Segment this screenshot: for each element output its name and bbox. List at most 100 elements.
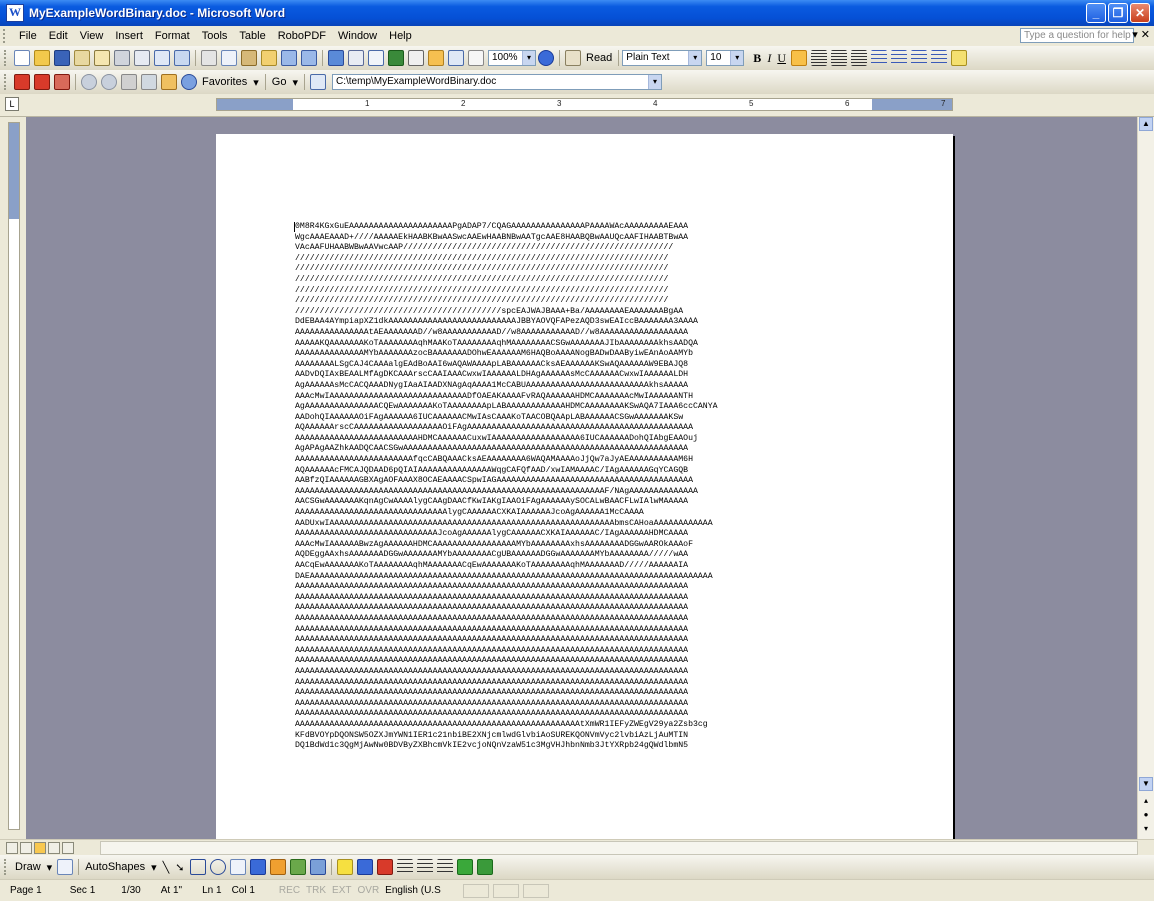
show-only-web-toolbar-icon[interactable] [310,74,326,90]
document-line[interactable]: AAAAAAAAAAAAAAAAAAAAAAAAAAAAAAAAAAAAAAAA… [295,720,873,731]
read-button[interactable]: Read [583,52,615,64]
scroll-down-button[interactable]: ▼ [1139,777,1153,791]
help-icon[interactable] [538,50,554,66]
line-style-icon[interactable] [396,859,413,875]
document-line[interactable]: AAAAAAAAAAAAAAAAAAAAAAAAAAAAAAAAAAAAAAAA… [295,667,873,678]
rectangle-icon[interactable] [189,859,206,875]
horizontal-scrollbar[interactable] [100,841,1138,855]
show-hide-icon[interactable] [468,50,484,66]
status-spelling-box[interactable] [462,883,489,898]
hyperlink-icon[interactable] [328,50,344,66]
horizontal-ruler[interactable]: 1 2 3 4 5 6 7 [216,98,953,111]
document-line[interactable]: AAAAAAAAAAAAAAMYbAAAAAAAzocBAAAAAAADOhwE… [295,349,873,360]
status-trk[interactable]: TRK [300,885,326,896]
read-icon[interactable] [565,50,581,66]
document-line[interactable]: ////////////////////////////////////////… [295,254,873,265]
document-line[interactable]: AAAAAKQAAAAAAAKoTAAAAAAAAqhMAAKoTAAAAAAA… [295,339,873,350]
document-line[interactable]: ////////////////////////////////////////… [295,307,873,318]
document-line[interactable]: AACqEwAAAAAAAKoTAAAAAAAAqhMAAAAAAACqEwAA… [295,561,873,572]
document-line[interactable]: AAAAAAAAAAAAAAAtAEAAAAAAAD//w8AAAAAAAAAA… [295,328,873,339]
document-line[interactable]: ////////////////////////////////////////… [295,275,873,286]
document-line[interactable]: AAAAAAAAAAAAAAAAAAAAAAAAAAAAAAAAAAAAAAAA… [295,582,873,593]
vertical-scrollbar[interactable]: ▲ ▼ ▴ ● ▾ [1137,117,1154,839]
new-document-icon[interactable] [14,50,30,66]
numbering-icon[interactable] [870,50,887,66]
document-page[interactable]: 0M8R4KGxGuEAAAAAAAAAAAAAAAAAAAAAPgADAP7/… [216,134,953,839]
cut-icon[interactable] [201,50,217,66]
previous-page-icon[interactable]: ▴ [1139,795,1153,809]
document-line[interactable]: AAAAAAAAAAAAAAAAAAAAAAAAAAAAAAAAAAAAAAAA… [295,625,873,636]
highlight-icon[interactable] [950,50,967,66]
document-line[interactable]: AAAAAAAAAAAAAAAAAAAAAAAAAAAAAAAAAAAAAAAA… [295,656,873,667]
columns-icon[interactable] [408,50,424,66]
help-search-input[interactable]: Type a question for help [1020,28,1134,43]
autoshapes-chevron-down-icon[interactable]: ▾ [148,861,160,874]
scroll-up-button[interactable]: ▲ [1139,117,1153,131]
tab-selector[interactable]: L [5,97,19,111]
menu-robopdf[interactable]: RoboPDF [272,30,332,42]
bold-button[interactable]: B [750,51,764,66]
redo-icon[interactable] [301,50,317,66]
3d-style-icon[interactable] [476,859,493,875]
clip-art-icon[interactable] [289,859,306,875]
menu-format[interactable]: Format [149,30,196,42]
document-line[interactable]: AAAAAAAAAAAAAAAAAAAAAAAAfqcCABQAAACksAEA… [295,455,873,466]
stop-icon[interactable] [121,74,137,90]
document-line[interactable]: AAAAAAAAAAAAAAAAAAAAAAAAAAAAAAAAAAAAAAAA… [295,487,873,498]
menu-insert[interactable]: Insert [109,30,149,42]
address-field[interactable]: C:\temp\MyExampleWordBinary.doc ▾ [332,74,662,90]
document-line[interactable]: AAAAAAAAAAAAAAAAAAAAAAAAAAAAAAAlygCAAAAA… [295,508,873,519]
document-line[interactable]: AAAAAAAAAAAAAAAAAAAAAAAAAAAAAAAAAAAAAAAA… [295,678,873,689]
normal-view-button[interactable] [6,842,18,854]
document-line[interactable]: AADohQIAAAAAAOiFAgAAAAAA6IUCAAAAAACMwIAs… [295,413,873,424]
open-folder-icon[interactable] [34,50,50,66]
document-line[interactable]: AAAAAAAAAAAAAAAAAAAAAAAAAAAAAAAAAAAAAAAA… [295,709,873,720]
document-line[interactable]: DdEBAA4AYmpiapXZ1dkAAAAAAAAAAAAAAAAAAAAA… [295,317,873,328]
document-line[interactable]: AABfzQIAAAAAAGBXAgAOFAAAX8OCAEAAAACSpwIA… [295,476,873,487]
minimize-button[interactable]: _ [1086,3,1106,23]
spelling-icon[interactable] [154,50,170,66]
menu-edit[interactable]: Edit [43,30,74,42]
select-browse-object-icon[interactable]: ● [1139,809,1153,823]
status-rec[interactable]: REC [255,885,300,896]
back-icon[interactable] [81,74,97,90]
diagram-icon[interactable] [269,859,286,875]
document-line[interactable]: ////////////////////////////////////////… [295,264,873,275]
paste-icon[interactable] [241,50,257,66]
document-line[interactable]: VAcAAFUHAABWBwAAVwcAAP//////////////////… [295,243,873,254]
oval-icon[interactable] [209,859,226,875]
print-layout-view-button[interactable] [34,842,46,854]
select-objects-icon[interactable] [57,859,74,875]
format-painter-icon[interactable] [261,50,277,66]
picture-icon[interactable] [309,859,326,875]
line-icon[interactable]: ╲ [160,861,173,874]
document-line[interactable]: AgAPAgAAZhkAADQCAACSGwAAAAAAAAAAAAAAAAAA… [295,444,873,455]
decrease-indent-icon[interactable] [910,50,927,66]
font-size-select[interactable]: 10 ▾ [706,50,745,66]
status-language[interactable]: English (U.S [379,885,441,896]
shadow-style-icon[interactable] [456,859,473,875]
document-line[interactable]: 0M8R4KGxGuEAAAAAAAAAAAAAAAAAAAAAPgADAP7/… [295,222,873,233]
document-line[interactable]: AAAAAAAAAAAAAAAAAAAAAAAAAAAAAAAAAAAAAAAA… [295,635,873,646]
document-line[interactable]: AQDEggAAxhsAAAAAAADGGwAAAAAAAMYbAAAAAAAA… [295,550,873,561]
increase-indent-icon[interactable] [930,50,947,66]
refresh-icon[interactable] [141,74,157,90]
menu-view[interactable]: View [74,30,110,42]
document-line[interactable]: AADvDQIAxBEAALMfAgDKCAAArscCAAIAAACwxwIA… [295,370,873,381]
menu-window[interactable]: Window [332,30,383,42]
menu-file[interactable]: File [13,30,43,42]
align-left-icon[interactable] [790,50,807,66]
email-icon[interactable] [94,50,110,66]
undo-icon[interactable] [281,50,297,66]
search-web-icon[interactable] [181,74,197,90]
line-color-icon[interactable] [356,859,373,875]
go-menu[interactable]: Go [269,76,290,88]
document-line[interactable]: AACSGwAAAAAAAKqnAgCwAAAAlygCAAgDAACfKwIA… [295,497,873,508]
document-line[interactable]: AAAAAAAAAAAAAAAAAAAAAAAAAAAAAAAAAAAAAAAA… [295,646,873,657]
menubar-grip[interactable] [3,29,9,43]
arrow-style-icon[interactable] [436,859,453,875]
underline-button[interactable]: U [774,51,789,66]
document-map-icon[interactable] [448,50,464,66]
outline-view-button[interactable] [48,842,60,854]
document-line[interactable]: AAAAAAAAAAAAAAAAAAAAAAAAAAAAAAAAAAAAAAAA… [295,603,873,614]
